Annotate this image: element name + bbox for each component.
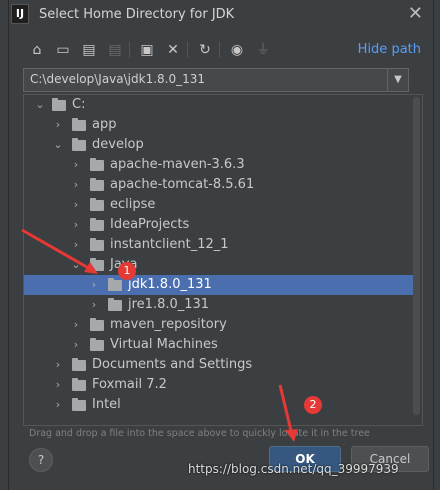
annotation-badge-2: 2 [304, 396, 322, 414]
annotation-arrows [21, 228, 298, 442]
annotation-arrowhead-2 [285, 429, 298, 442]
watermark-text: https://blog.csdn.net/qq_39997939 [188, 462, 399, 476]
annotation-badge-1: 1 [118, 262, 136, 280]
annotation-arrow-1 [21, 228, 93, 272]
annotation-arrow-2 [278, 384, 294, 436]
